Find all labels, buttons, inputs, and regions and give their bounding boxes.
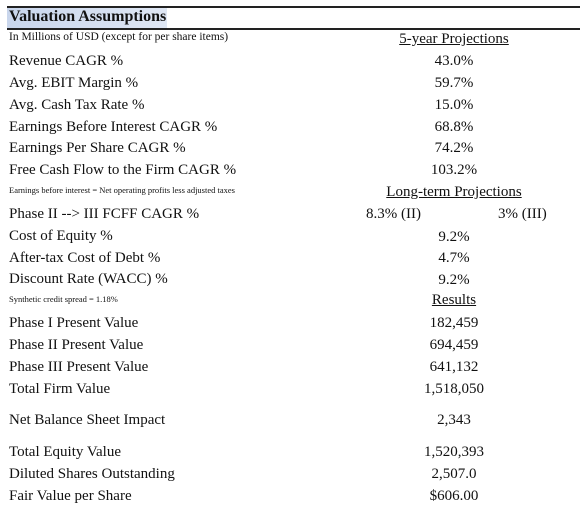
row-value: 68.8%	[434, 119, 474, 135]
row-label: After-tax Cost of Debt %	[9, 250, 161, 266]
long-term-projections-heading: Long-term Projections	[386, 184, 522, 200]
net-balance-label: Net Balance Sheet Impact	[9, 412, 166, 428]
row-label: Earnings Before Interest CAGR %	[9, 119, 218, 135]
row-value: 694,459	[429, 337, 479, 353]
row-value: 4.7%	[438, 250, 470, 266]
row-label: Avg. EBIT Margin %	[9, 75, 139, 91]
fair-value-per-share: $606.00	[429, 488, 479, 504]
title-border	[7, 28, 580, 30]
row-value: 74.2%	[434, 140, 474, 156]
row-label: Revenue CAGR %	[9, 53, 124, 69]
row-label: Total Firm Value	[9, 381, 111, 397]
results-heading: Results	[431, 292, 477, 308]
ebi-footnote: Earnings before interest = Net operating…	[9, 185, 235, 195]
row-label: Fair Value per Share	[9, 488, 132, 504]
row-value: 43.0%	[434, 53, 474, 69]
net-balance-value: 2,343	[437, 412, 471, 428]
row-value: 9.2%	[438, 229, 470, 245]
row-label: Earnings Per Share CAGR %	[9, 140, 186, 156]
phase-iii-value: 3% (III)	[498, 206, 547, 222]
row-value: 15.0%	[434, 97, 474, 113]
row-value: 2,507.0	[431, 466, 477, 482]
phase-ii-value: 8.3% (II)	[366, 206, 421, 222]
phase-growth-label: Phase II --> III FCFF CAGR %	[9, 206, 200, 222]
row-value: 59.7%	[434, 75, 474, 91]
row-label: Avg. Cash Tax Rate %	[9, 97, 145, 113]
row-value: 1,518,050	[424, 381, 484, 397]
row-label: Phase III Present Value	[9, 359, 149, 375]
table-title: Valuation Assumptions	[9, 8, 167, 25]
five-year-projections-heading: 5-year Projections	[399, 31, 509, 47]
row-value: 103.2%	[430, 162, 478, 178]
credit-spread-footnote: Synthetic credit spread = 1.18%	[9, 294, 118, 304]
units-subtitle: In Millions of USD (except for per share…	[9, 31, 229, 43]
row-label: Phase I Present Value	[9, 315, 139, 331]
row-value: 1,520,393	[424, 444, 484, 460]
row-label: Cost of Equity %	[9, 228, 113, 244]
row-label: Free Cash Flow to the Firm CAGR %	[9, 162, 237, 178]
row-value: 641,132	[429, 359, 479, 375]
row-label: Total Equity Value	[9, 444, 121, 460]
row-label: Phase II Present Value	[9, 337, 144, 353]
row-value: 182,459	[429, 315, 479, 331]
row-value: 9.2%	[438, 272, 470, 288]
row-label: Discount Rate (WACC) %	[9, 271, 168, 287]
row-label: Diluted Shares Outstanding	[9, 466, 175, 482]
